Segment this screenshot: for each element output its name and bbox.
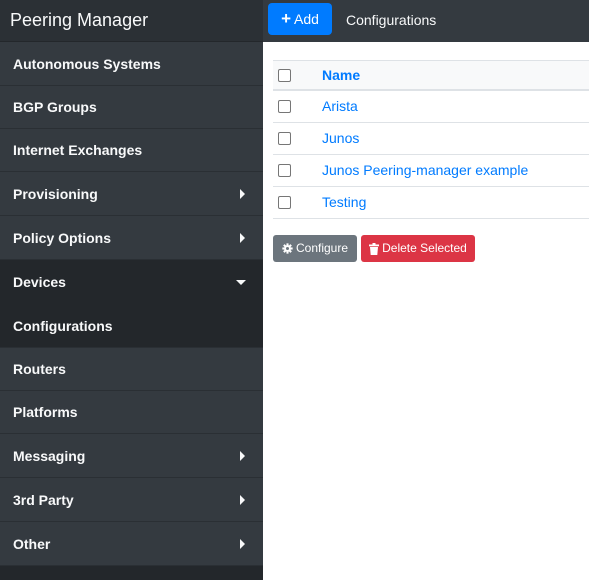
gear-icon (282, 243, 293, 254)
sidebar-item-other[interactable]: Other (0, 522, 263, 566)
add-button-label: Add (294, 11, 319, 27)
sidebar-item-devices[interactable]: Devices (0, 260, 263, 304)
sidebar-item-label: Platforms (13, 404, 78, 420)
sidebar-item-3rd-party[interactable]: 3rd Party (0, 478, 263, 522)
sidebar: Peering Manager Autonomous Systems BGP G… (0, 0, 263, 580)
table-row: Junos (273, 123, 589, 155)
configure-button-label: Configure (295, 241, 349, 255)
sidebar-item-internet-exchanges[interactable]: Internet Exchanges (0, 129, 263, 172)
sidebar-item-routers[interactable]: Routers (0, 348, 263, 391)
table-row: Junos Peering-manager example (273, 155, 589, 187)
top-toolbar: + Add Configurations (263, 0, 589, 42)
sidebar-item-label: Configurations (13, 318, 113, 334)
trash-icon (369, 242, 380, 255)
sidebar-item-platforms[interactable]: Platforms (0, 391, 263, 434)
sidebar-item-provisioning[interactable]: Provisioning (0, 172, 263, 216)
caret-right-icon (240, 538, 245, 549)
table-row: Testing (273, 187, 589, 219)
delete-button-label: Delete Selected (382, 241, 467, 255)
row-checkbox[interactable] (278, 132, 291, 145)
row-checkbox[interactable] (278, 196, 291, 209)
add-button[interactable]: + Add (268, 3, 332, 35)
sidebar-item-label: Routers (13, 361, 66, 377)
caret-right-icon (240, 450, 245, 461)
row-name-link[interactable]: Arista (322, 91, 358, 122)
row-checkbox[interactable] (278, 100, 291, 113)
sidebar-item-label: BGP Groups (13, 99, 97, 115)
table-header-row: Name (273, 61, 589, 91)
sidebar-item-autonomous-systems[interactable]: Autonomous Systems (0, 42, 263, 86)
sidebar-item-label: Policy Options (13, 230, 112, 246)
sidebar-item-label: Internet Exchanges (13, 142, 143, 158)
delete-selected-button[interactable]: Delete Selected (361, 235, 475, 262)
row-name-link[interactable]: Junos (322, 123, 359, 154)
table-row: Arista (273, 91, 589, 123)
plus-icon: + (281, 9, 291, 28)
row-checkbox[interactable] (278, 164, 291, 177)
select-all-checkbox[interactable] (278, 69, 291, 82)
sidebar-item-label: Messaging (13, 448, 86, 464)
column-header-name[interactable]: Name (322, 61, 360, 90)
caret-right-icon (240, 188, 245, 199)
row-name-link[interactable]: Junos Peering-manager example (322, 155, 528, 186)
configure-button[interactable]: Configure (273, 235, 357, 262)
caret-down-icon (236, 280, 246, 285)
caret-right-icon (240, 494, 245, 505)
caret-right-icon (240, 232, 245, 243)
row-name-link[interactable]: Testing (322, 187, 366, 218)
app-title[interactable]: Peering Manager (0, 0, 263, 42)
sidebar-item-label: Other (13, 536, 51, 552)
sidebar-item-label: 3rd Party (13, 492, 74, 508)
sidebar-item-messaging[interactable]: Messaging (0, 434, 263, 478)
configurations-table: Name Arista Junos Junos Peering-manager … (273, 60, 589, 219)
main-content: Name Arista Junos Junos Peering-manager … (263, 42, 589, 580)
page-title: Configurations (346, 12, 437, 28)
sidebar-item-label: Autonomous Systems (13, 56, 161, 72)
sidebar-item-label: Devices (13, 274, 66, 290)
sidebar-item-configurations[interactable]: Configurations (0, 304, 263, 348)
sidebar-item-label: Provisioning (13, 186, 98, 202)
sidebar-item-bgp-groups[interactable]: BGP Groups (0, 86, 263, 129)
sidebar-footer (0, 566, 263, 580)
sidebar-item-policy-options[interactable]: Policy Options (0, 216, 263, 260)
